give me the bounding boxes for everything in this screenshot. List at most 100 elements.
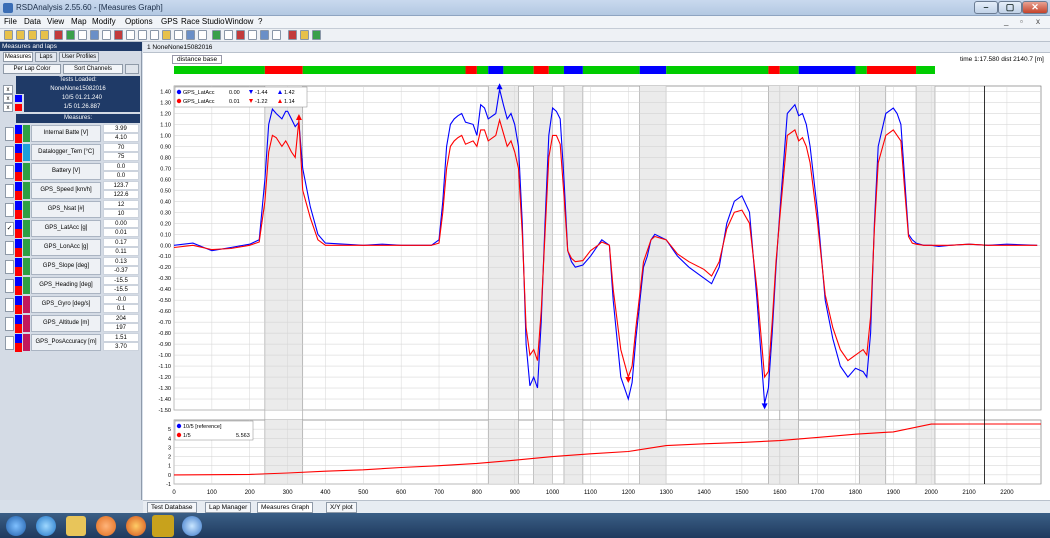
measure-checkbox[interactable] — [5, 279, 14, 293]
measure-checkbox[interactable] — [5, 241, 14, 255]
help-icon[interactable] — [198, 30, 207, 40]
test-lap[interactable]: 1/5 01.26.887 — [24, 103, 140, 112]
measure-row[interactable]: GPS_Slope [deg] 0.13 -0.37 — [0, 257, 142, 276]
sort-channels-button[interactable]: Sort Channels — [63, 64, 123, 74]
minimize-button[interactable]: – — [974, 1, 998, 14]
race-studio-icon[interactable] — [152, 515, 174, 537]
tool-icon[interactable] — [224, 30, 233, 40]
measure-name[interactable]: GPS_LonAcc [g] — [31, 239, 101, 256]
measure-row[interactable]: Datalogger_Tem [°C] 70 75 — [0, 143, 142, 162]
remove-test-button[interactable]: x — [3, 103, 13, 112]
media-player-icon[interactable] — [96, 516, 116, 536]
menu-window[interactable]: Window — [225, 17, 253, 26]
menu-view[interactable]: View — [47, 17, 64, 26]
distance-base-label[interactable]: distance base — [172, 55, 223, 64]
measure-checkbox[interactable] — [5, 203, 14, 217]
menu-map[interactable]: Map — [71, 17, 87, 26]
measure-row[interactable]: GPS_Altitude [m] 204 197 — [0, 314, 142, 333]
folder-icon[interactable] — [66, 516, 86, 536]
firefox-icon[interactable] — [126, 516, 146, 536]
measure-checkbox[interactable] — [5, 165, 14, 179]
mdi-restore-button[interactable]: ▫ — [1020, 17, 1023, 26]
measure-name[interactable]: GPS_Nsat [#] — [31, 201, 101, 218]
close-button[interactable]: ✕ — [1022, 1, 1048, 14]
print-icon[interactable] — [28, 30, 37, 40]
measure-name[interactable]: GPS_PosAccuracy [m] — [31, 334, 101, 351]
tab-test-database[interactable]: Test Database — [147, 502, 197, 513]
start-button-icon[interactable] — [6, 516, 26, 536]
test-lap[interactable]: 10/5 01.21.240 — [24, 94, 140, 103]
export-icon[interactable] — [186, 30, 195, 40]
layout-icon[interactable] — [78, 30, 87, 40]
measure-name[interactable]: GPS_Altitude [m] — [31, 315, 101, 332]
grid-icon[interactable] — [102, 30, 111, 40]
measure-name[interactable]: GPS_Heading [deg] — [31, 277, 101, 294]
measure-row[interactable]: Internal Batte [V] 3.99 4.10 — [0, 124, 142, 143]
measure-checkbox[interactable] — [5, 336, 14, 350]
menu-data[interactable]: Data — [24, 17, 41, 26]
measure-name[interactable]: Datalogger_Tem [°C] — [31, 144, 101, 161]
info-icon[interactable] — [272, 30, 281, 40]
color-icon[interactable] — [90, 30, 99, 40]
remove-test-button[interactable]: x — [3, 94, 13, 103]
measure-name[interactable]: Battery [V] — [31, 163, 101, 180]
measure-name[interactable]: GPS_Slope [deg] — [31, 258, 101, 275]
tab-lap-manager[interactable]: Lap Manager — [205, 502, 252, 513]
map-icon[interactable] — [248, 30, 257, 40]
tab-laps[interactable]: Laps — [35, 52, 57, 62]
copy-icon[interactable] — [40, 30, 49, 40]
cut-icon[interactable] — [300, 30, 309, 40]
measure-name[interactable]: GPS_LatAcc [g] — [31, 220, 101, 237]
tab-user-profiles[interactable]: User Profiles — [59, 52, 99, 62]
menu-gps[interactable]: GPS — [161, 17, 178, 26]
measure-row[interactable]: ✓ GPS_LatAcc [g] 0.00 0.01 — [0, 219, 142, 238]
measure-name[interactable]: GPS_Speed [km/h] — [31, 182, 101, 199]
flag-icon[interactable] — [236, 30, 245, 40]
measure-row[interactable]: GPS_PosAccuracy [m] 1.51 3.70 — [0, 333, 142, 352]
menu-race-studio[interactable]: Race Studio — [181, 17, 225, 26]
tab-measures[interactable]: Measures — [3, 52, 33, 62]
chart-icon[interactable] — [260, 30, 269, 40]
wrench-icon[interactable] — [125, 64, 139, 74]
measure-row[interactable]: GPS_Nsat [#] 12 10 — [0, 200, 142, 219]
tab-measures-graph[interactable]: Measures Graph — [257, 502, 314, 513]
report-icon[interactable] — [174, 30, 183, 40]
menu-file[interactable]: File — [4, 17, 17, 26]
test-name[interactable]: NoneNone15082016 — [16, 85, 140, 94]
measure-row[interactable]: GPS_Speed [km/h] 123.7 122.6 — [0, 181, 142, 200]
record-icon[interactable] — [288, 30, 297, 40]
measure-row[interactable]: GPS_LonAcc [g] 0.17 0.11 — [0, 238, 142, 257]
laptimes-icon[interactable] — [162, 30, 171, 40]
track-icon[interactable] — [138, 30, 147, 40]
measure-checkbox[interactable] — [5, 146, 14, 160]
run-icon[interactable] — [212, 30, 221, 40]
zoom-icon[interactable] — [126, 30, 135, 40]
measure-row[interactable]: GPS_Heading [deg] -15.5 -15.5 — [0, 276, 142, 295]
box-icon[interactable] — [312, 30, 321, 40]
menu-options[interactable]: Options — [125, 17, 153, 26]
mdi-minimize-button[interactable]: _ — [1004, 17, 1008, 26]
maximize-button[interactable]: ▢ — [998, 1, 1022, 14]
measure-checkbox[interactable] — [5, 298, 14, 312]
lateral-acceleration-chart[interactable]: 1.40 1.30 1.20 1.10 1.00 0.90 0.80 0.70 0.60 0.50… — [143, 42, 1050, 500]
measure-name[interactable]: GPS_Gyro [deg/s] — [31, 296, 101, 313]
table-icon[interactable] — [114, 30, 123, 40]
save-icon[interactable] — [16, 30, 25, 40]
tab-xy-plot[interactable]: X/Y plot — [326, 502, 357, 513]
measure-checkbox[interactable]: ✓ — [5, 222, 14, 236]
browser-icon[interactable] — [36, 516, 56, 536]
per-lap-color-button[interactable]: Per Lap Color — [3, 64, 61, 74]
measure-row[interactable]: Battery [V] 0.0 0.0 — [0, 162, 142, 181]
measure-checkbox[interactable] — [5, 317, 14, 331]
measure-row[interactable]: GPS_Gyro [deg/s] -0.0 0.1 — [0, 295, 142, 314]
histogram-icon[interactable] — [66, 30, 75, 40]
measure-checkbox[interactable] — [5, 184, 14, 198]
graph-icon[interactable] — [54, 30, 63, 40]
menu-modify[interactable]: Modify — [92, 17, 116, 26]
settings-icon[interactable] — [150, 30, 159, 40]
measure-checkbox[interactable] — [5, 127, 14, 141]
measure-name[interactable]: Internal Batte [V] — [31, 125, 101, 142]
analysis-app-icon[interactable] — [182, 516, 202, 536]
open-icon[interactable] — [4, 30, 13, 40]
mdi-close-button[interactable]: x — [1036, 17, 1040, 26]
